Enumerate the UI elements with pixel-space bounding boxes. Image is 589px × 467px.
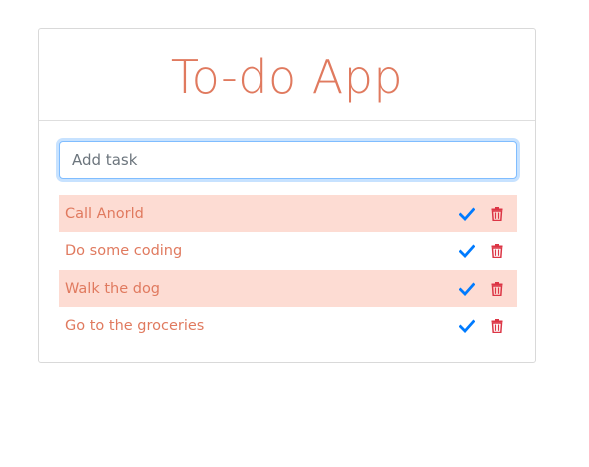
task-label: Walk the dog (65, 280, 161, 297)
task-label: Go to the groceries (65, 318, 205, 334)
check-icon[interactable] (457, 279, 477, 299)
task-label: Call Anorld (65, 205, 144, 222)
trash-icon[interactable] (487, 204, 507, 224)
card-header: To-do App (39, 29, 535, 121)
task-row: Go to the groceries (59, 308, 517, 345)
todo-card: To-do App Call Anorld Do some coding Wal… (38, 28, 536, 363)
task-row: Call Anorld (59, 195, 517, 232)
task-row: Do some coding (59, 233, 517, 270)
trash-icon[interactable] (487, 241, 507, 261)
check-icon[interactable] (457, 316, 477, 336)
task-row: Walk the dog (59, 270, 517, 307)
add-task-input[interactable] (59, 141, 517, 179)
trash-icon[interactable] (487, 316, 507, 336)
check-icon[interactable] (457, 241, 477, 261)
app-title: To-do App (170, 49, 404, 104)
trash-icon[interactable] (487, 279, 507, 299)
task-label: Do some coding (65, 243, 183, 259)
task-list: Call Anorld Do some coding Walk the dog (59, 195, 517, 345)
check-icon[interactable] (457, 204, 477, 224)
